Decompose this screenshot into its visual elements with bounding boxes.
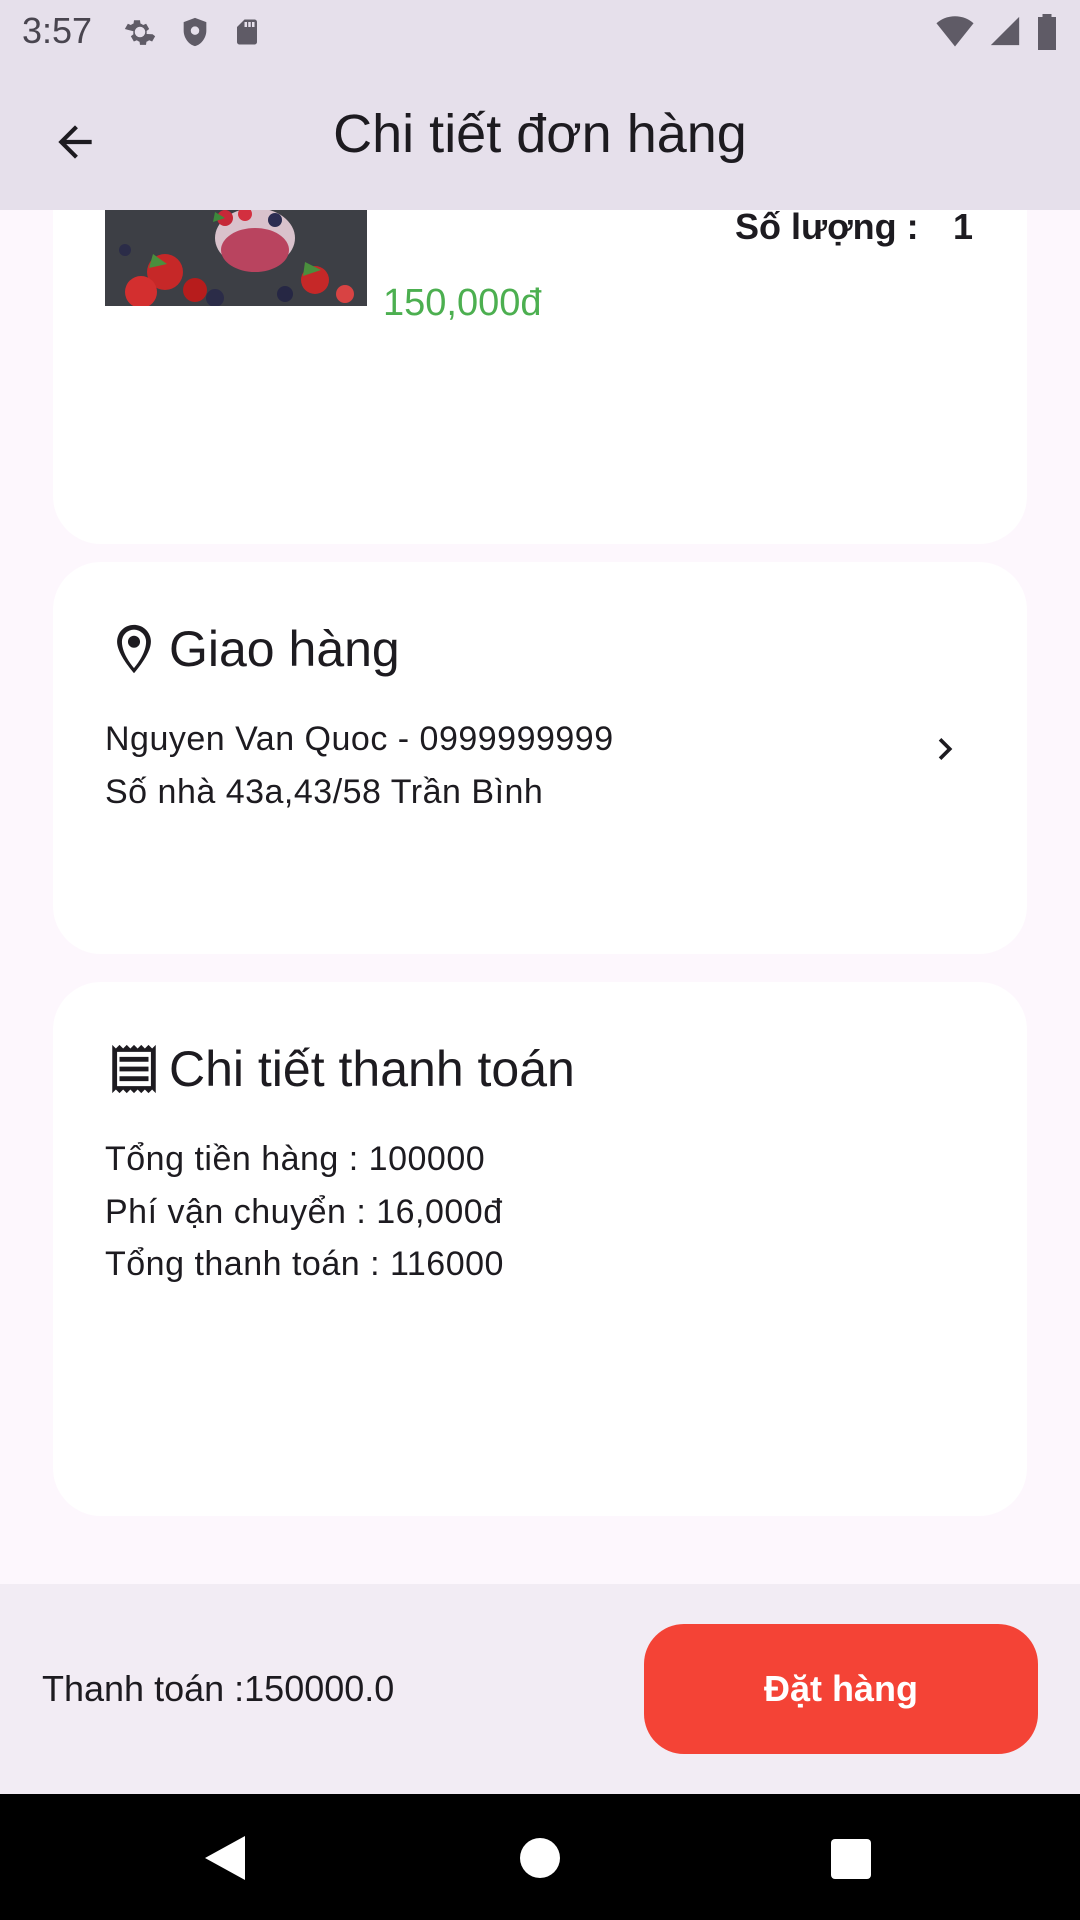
nav-home-icon[interactable]	[520, 1838, 560, 1878]
quantity-value: 1	[953, 210, 974, 247]
payment-details-card: Chi tiết thanh toán Tổng tiền hàng : 100…	[53, 982, 1027, 1516]
sd-card-icon	[237, 19, 257, 45]
shipping-address: Số nhà 43a,43/58 Trần Bình	[105, 773, 544, 811]
shield-icon	[183, 17, 207, 47]
app-bar: Chi tiết đơn hàng	[0, 63, 1080, 210]
page-title: Chi tiết đơn hàng	[333, 104, 747, 164]
shipping-fee-line: Phí vận chuyển : 16,000đ	[105, 1193, 503, 1231]
receipt-icon	[112, 1044, 156, 1094]
location-pin-icon	[117, 624, 151, 674]
nav-back-icon[interactable]	[205, 1836, 245, 1880]
subtotal-line: Tổng tiền hàng : 100000	[105, 1140, 486, 1178]
shipping-title: Giao hàng	[169, 621, 400, 677]
checkout-bar: Thanh toán :150000.0 Đặt hàng	[0, 1584, 1080, 1794]
system-nav-bar	[0, 1794, 1080, 1920]
status-time: 3:57	[22, 10, 93, 51]
payment-details-title: Chi tiết thanh toán	[169, 1041, 575, 1097]
gear-icon	[124, 20, 156, 45]
wifi-icon	[936, 16, 974, 47]
chevron-right-icon[interactable]	[923, 727, 967, 771]
battery-icon	[1038, 14, 1056, 50]
shipping-recipient: Nguyen Van Quoc - 0999999999	[105, 720, 614, 758]
product-price: 150,000đ	[383, 282, 542, 324]
status-bar: 3:57	[0, 0, 1080, 63]
nav-recents-icon[interactable]	[831, 1839, 871, 1879]
quantity-label: Số lượng :	[735, 210, 919, 247]
grand-total-line: Tổng thanh toán : 116000	[105, 1245, 504, 1283]
shipping-card[interactable]: Giao hàng Nguyen Van Quoc - 0999999999 S…	[53, 562, 1027, 954]
order-detail-content[interactable]: 150,000đ Số lượng : 1 Giao hàng Nguyen V…	[0, 210, 1080, 1584]
product-card: 150,000đ Số lượng : 1	[53, 210, 1027, 544]
signal-icon	[990, 16, 1020, 46]
place-order-button[interactable]: Đặt hàng	[644, 1624, 1038, 1754]
checkout-total: Thanh toán :150000.0	[42, 1668, 395, 1709]
product-image	[105, 210, 367, 306]
